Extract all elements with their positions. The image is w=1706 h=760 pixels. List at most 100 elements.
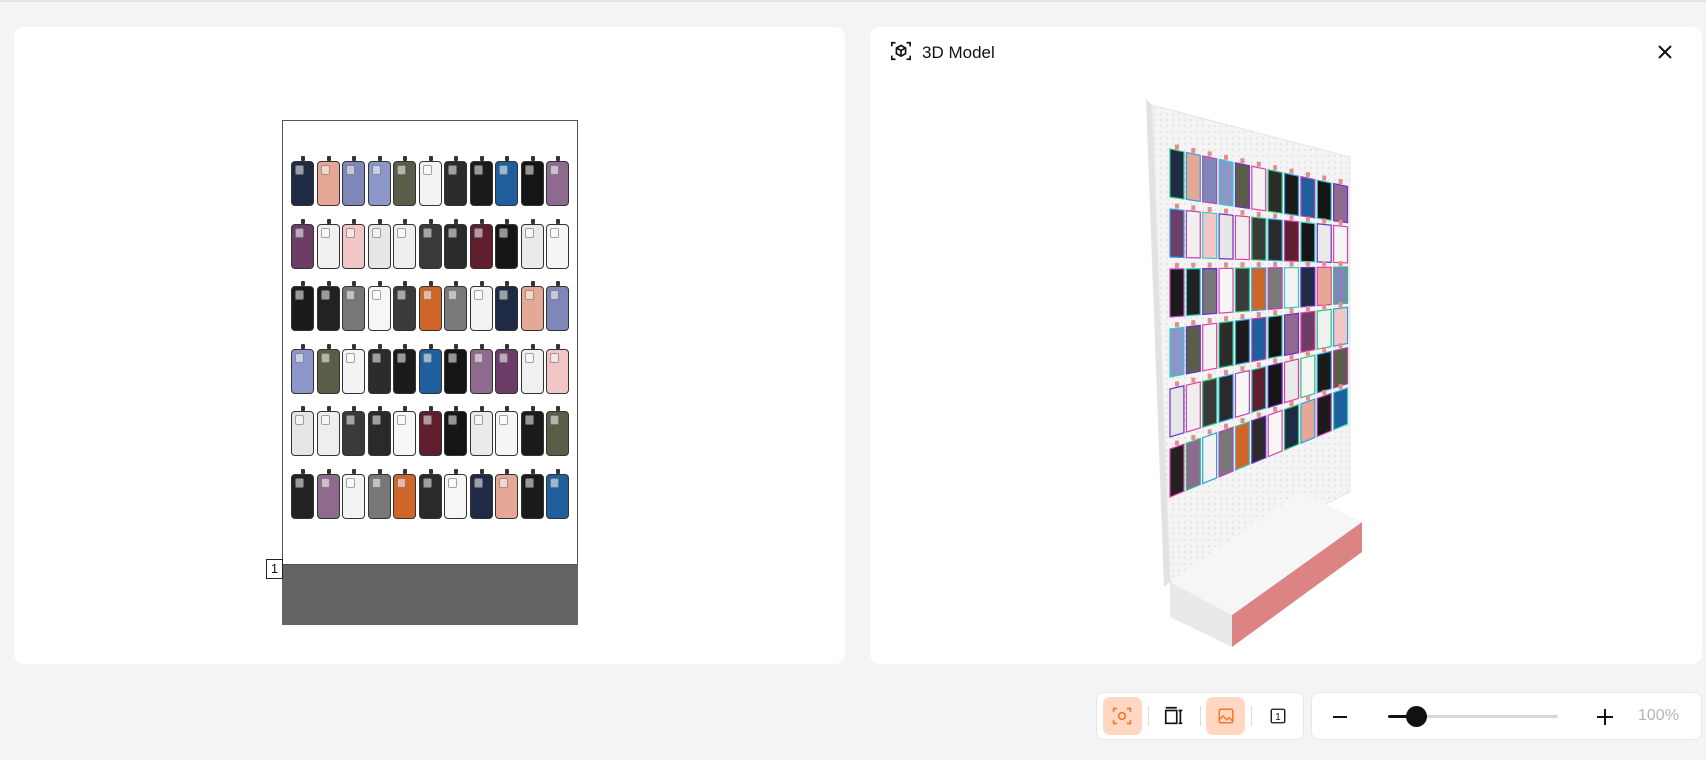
product-item[interactable] [520, 281, 544, 331]
peg-hook [1240, 158, 1245, 164]
product-item[interactable] [546, 218, 569, 269]
product-item[interactable] [367, 468, 391, 519]
peg-hook [1305, 395, 1310, 401]
peg-hook [1174, 203, 1179, 209]
product-item[interactable] [495, 406, 518, 456]
product-item[interactable] [469, 343, 493, 394]
product-3d [1316, 179, 1332, 221]
product-item[interactable] [393, 156, 416, 206]
product-item[interactable] [444, 468, 467, 519]
product-item[interactable] [291, 281, 314, 331]
product-item[interactable] [291, 156, 314, 206]
product-3d [1185, 324, 1201, 375]
peg-hook [1207, 318, 1212, 324]
focus-button[interactable] [1103, 697, 1142, 735]
product-item[interactable] [546, 156, 569, 206]
product-item[interactable] [393, 218, 416, 269]
product-item[interactable] [520, 218, 544, 269]
product-item[interactable] [444, 281, 467, 331]
product-item[interactable] [342, 218, 365, 269]
dimensions-button[interactable] [1155, 697, 1194, 735]
product-item[interactable] [316, 281, 340, 331]
product-item[interactable] [367, 406, 391, 456]
peg-hook [1305, 216, 1310, 222]
product-item[interactable] [316, 343, 340, 394]
zoom-slider[interactable] [1388, 706, 1558, 727]
product-3d [1267, 168, 1283, 214]
product-item[interactable] [367, 281, 391, 331]
focus-scan-icon [1113, 707, 1132, 725]
peg-hook [1191, 320, 1196, 326]
product-item[interactable] [469, 156, 493, 206]
fixture-number-badge: 1 [266, 559, 283, 579]
zoom-in-button[interactable] [1591, 703, 1619, 731]
product-item[interactable] [367, 343, 391, 394]
product-item[interactable] [393, 281, 416, 331]
product-item[interactable] [418, 468, 442, 519]
planogram-panel: 1 [14, 27, 845, 664]
product-item[interactable] [546, 468, 569, 519]
shelf-row [291, 218, 573, 287]
product-item[interactable] [469, 468, 493, 519]
peg-hook [1289, 354, 1294, 360]
product-item[interactable] [393, 468, 416, 519]
zoom-out-button[interactable] [1326, 703, 1354, 731]
product-item[interactable] [520, 468, 544, 519]
product-item[interactable] [393, 343, 416, 394]
product-item[interactable] [418, 343, 442, 394]
product-item[interactable] [291, 218, 314, 269]
product-item[interactable] [444, 343, 467, 394]
peg-hook [1338, 302, 1343, 308]
peg-hook [1305, 306, 1310, 312]
product-item[interactable] [418, 406, 442, 456]
product-item[interactable] [546, 281, 569, 331]
shelf-row [291, 343, 573, 412]
product-item[interactable] [418, 156, 442, 206]
fixture-number-button[interactable]: 1 [1258, 697, 1297, 735]
product-item[interactable] [520, 156, 544, 206]
product-item[interactable] [495, 468, 518, 519]
product-item[interactable] [495, 281, 518, 331]
peg-hook [1174, 322, 1179, 328]
product-3d [1300, 221, 1316, 263]
product-3d [1283, 219, 1300, 262]
product-item[interactable] [342, 406, 365, 456]
product-item[interactable] [291, 406, 314, 456]
3d-viewport[interactable] [870, 27, 1702, 664]
product-item[interactable] [495, 218, 518, 269]
product-item[interactable] [316, 218, 340, 269]
product-item[interactable] [342, 343, 365, 394]
product-item[interactable] [316, 468, 340, 519]
product-item[interactable] [495, 343, 518, 394]
product-item[interactable] [367, 156, 391, 206]
product-item[interactable] [495, 156, 518, 206]
product-item[interactable] [393, 406, 416, 456]
product-item[interactable] [316, 406, 340, 456]
product-item[interactable] [418, 218, 442, 269]
product-item[interactable] [444, 156, 467, 206]
product-item[interactable] [316, 156, 340, 206]
peg-hook [1240, 366, 1245, 372]
product-item[interactable] [342, 468, 365, 519]
fixture[interactable]: 1 [266, 120, 578, 627]
shelf-row [291, 468, 573, 537]
product-3d [1316, 308, 1332, 350]
product-item[interactable] [444, 218, 467, 269]
product-item[interactable] [444, 406, 467, 456]
product-item[interactable] [291, 468, 314, 519]
top-divider [0, 0, 1706, 2]
product-item[interactable] [342, 281, 365, 331]
product-item[interactable] [469, 281, 493, 331]
zoom-slider-thumb[interactable] [1406, 706, 1427, 727]
product-item[interactable] [367, 218, 391, 269]
product-item[interactable] [342, 156, 365, 206]
product-item[interactable] [418, 281, 442, 331]
product-item[interactable] [520, 343, 544, 394]
product-item[interactable] [546, 406, 569, 456]
product-item[interactable] [291, 343, 314, 394]
image-toggle-button[interactable] [1206, 697, 1246, 735]
product-item[interactable] [469, 218, 493, 269]
product-item[interactable] [520, 406, 544, 456]
product-item[interactable] [469, 406, 493, 456]
product-item[interactable] [546, 343, 569, 394]
